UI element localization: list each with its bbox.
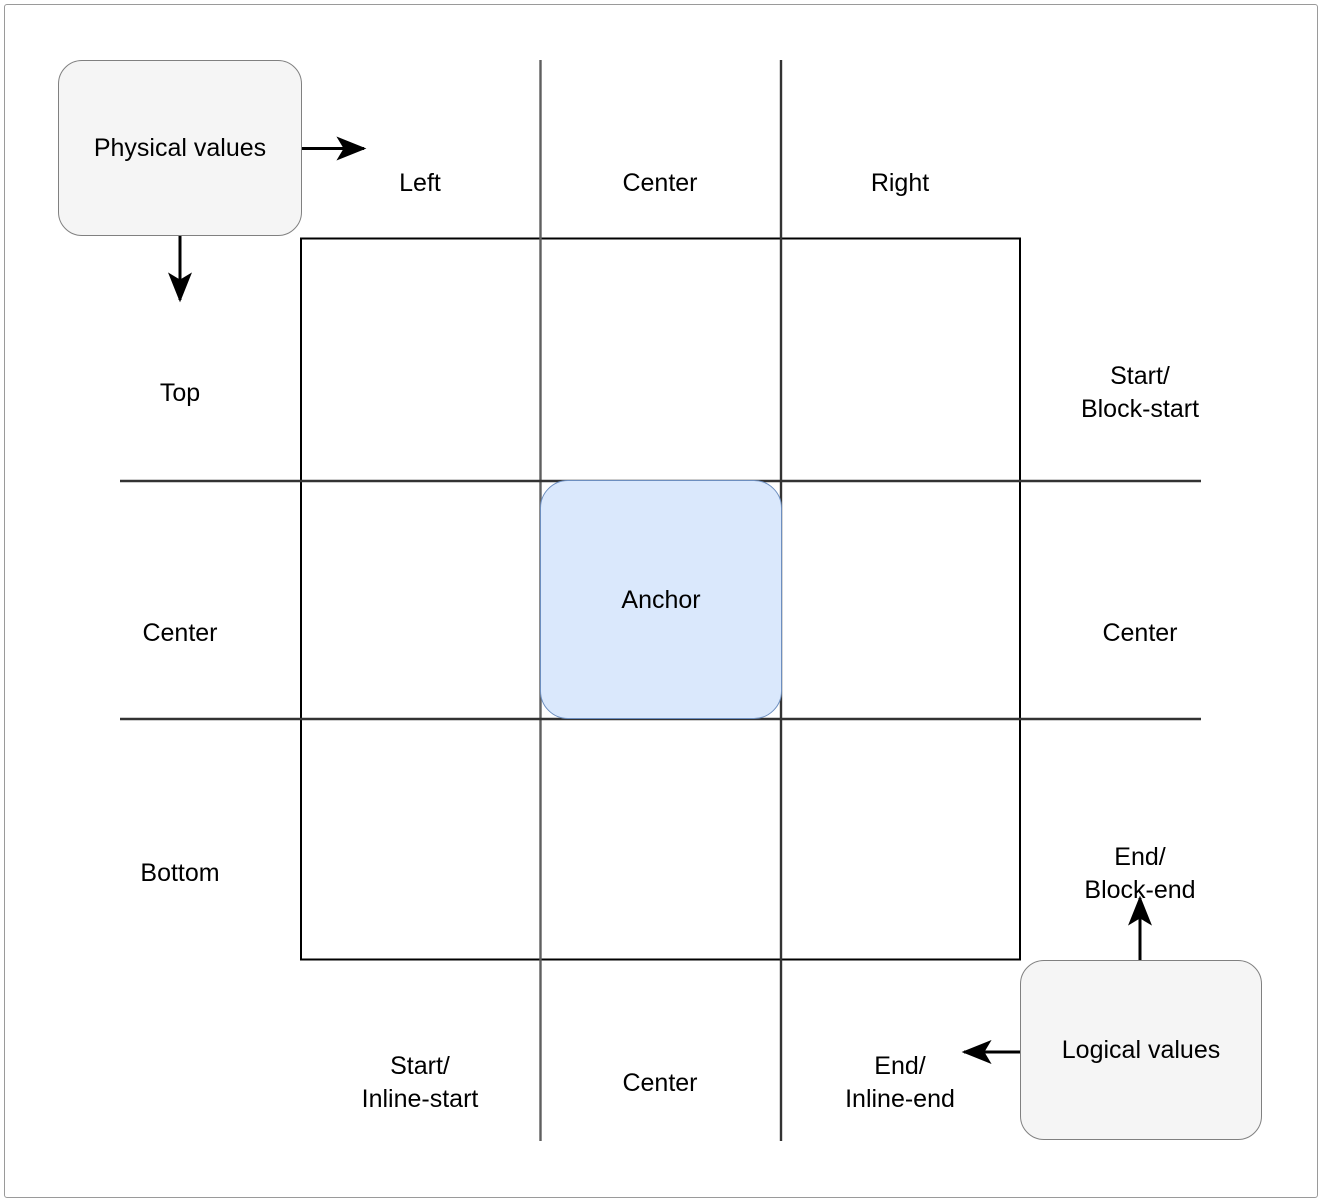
label-logical-block-end: End/ Block-end	[1030, 808, 1250, 940]
label-logical-inline-end-text: End/ Inline-end	[845, 1052, 955, 1113]
label-physical-center-top: Center	[580, 134, 740, 233]
label-physical-right: Right	[820, 134, 980, 233]
label-logical-center-bottom: Center	[580, 1034, 740, 1133]
label-physical-center-left-text: Center	[142, 619, 218, 647]
anchor-label: Anchor	[621, 585, 701, 614]
label-logical-inline-start-text: Start/ Inline-start	[361, 1052, 479, 1113]
label-physical-bottom-text: Bottom	[140, 859, 220, 887]
label-logical-block-end-text: End/ Block-end	[1084, 843, 1196, 904]
label-physical-center-top-text: Center	[622, 169, 698, 197]
label-logical-center-bottom-text: Center	[622, 1069, 698, 1097]
label-logical-inline-end: End/ Inline-end	[790, 1017, 1010, 1149]
label-physical-top-text: Top	[159, 379, 201, 407]
label-physical-bottom: Bottom	[100, 824, 260, 923]
label-physical-top: Top	[100, 344, 260, 443]
label-logical-block-start-text: Start/ Block-start	[1080, 362, 1200, 423]
logical-values-node[interactable]: Logical values	[1020, 960, 1262, 1140]
label-physical-right-text: Right	[870, 169, 930, 197]
physical-values-label: Physical values	[93, 134, 267, 162]
label-physical-left: Left	[340, 134, 500, 233]
label-physical-center-left: Center	[100, 584, 260, 683]
label-logical-center-right-text: Center	[1102, 619, 1178, 647]
logical-values-label: Logical values	[1061, 1036, 1221, 1064]
anchor-node[interactable]: Anchor	[540, 480, 782, 719]
physical-values-node[interactable]: Physical values	[58, 60, 302, 236]
label-logical-center-right: Center	[1030, 584, 1250, 683]
label-logical-block-start: Start/ Block-start	[1030, 327, 1250, 459]
diagram-canvas: Physical values Logical values Anchor Le…	[0, 0, 1322, 1202]
label-physical-left-text: Left	[399, 169, 441, 197]
label-logical-inline-start: Start/ Inline-start	[310, 1017, 530, 1149]
